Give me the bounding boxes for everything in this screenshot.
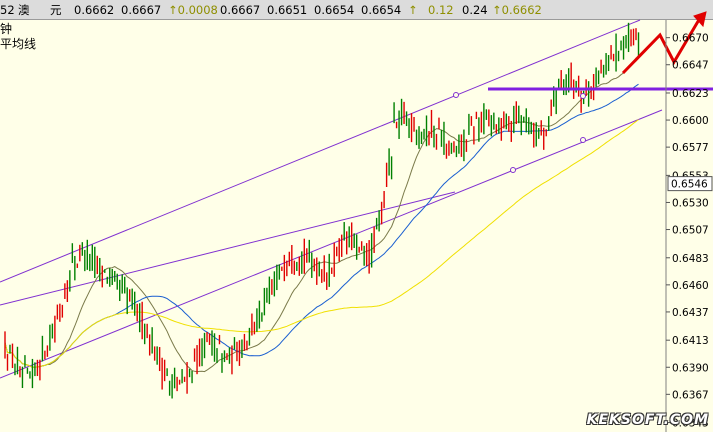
y-tick-label: 0.6483 bbox=[672, 253, 709, 265]
y-tick-label: 0.6390 bbox=[672, 362, 709, 374]
y-tick-label: 0.6670 bbox=[672, 33, 709, 45]
channel-anchor-marker bbox=[510, 167, 516, 173]
y-tick-label: 0.6623 bbox=[672, 88, 709, 100]
upper-channel-line bbox=[0, 19, 641, 283]
current-price-label: 0.6546 bbox=[671, 179, 708, 191]
mid-moving-average bbox=[4, 83, 639, 368]
lower-channel-line bbox=[0, 109, 663, 379]
candles bbox=[4, 22, 640, 399]
price-axis: 0.66700.66470.66230.66000.65770.65530.65… bbox=[665, 20, 713, 432]
channel-lines bbox=[0, 19, 663, 379]
y-tick-label: 0.6367 bbox=[672, 389, 709, 401]
y-tick-label: 0.6600 bbox=[672, 115, 709, 127]
short-moving-average bbox=[4, 56, 639, 373]
channel-anchor-marker bbox=[453, 92, 459, 98]
chart-window: 52 澳 元 0.6662 0.6667 ↑0.0008 0.6667 0.66… bbox=[0, 0, 713, 432]
y-tick-label: 0.6647 bbox=[672, 60, 709, 72]
y-tick-label: 0.6530 bbox=[672, 197, 709, 209]
y-tick-label: 0.6577 bbox=[672, 142, 709, 154]
inner-channel-line bbox=[0, 191, 456, 306]
watermark: KEKSOFT.COM bbox=[586, 412, 709, 428]
y-tick-label: 0.6413 bbox=[672, 335, 709, 347]
long-moving-average bbox=[4, 119, 639, 368]
y-tick-label: 0.6507 bbox=[672, 225, 709, 237]
y-tick-label: 0.6460 bbox=[672, 280, 709, 292]
channel-anchor-marker bbox=[580, 93, 586, 99]
moving-average-lines bbox=[4, 56, 639, 373]
price-chart: 0.66700.66470.66230.66000.65770.65530.65… bbox=[0, 11, 713, 432]
y-tick-label: 0.6437 bbox=[672, 307, 709, 319]
channel-anchor-marker bbox=[580, 137, 586, 143]
